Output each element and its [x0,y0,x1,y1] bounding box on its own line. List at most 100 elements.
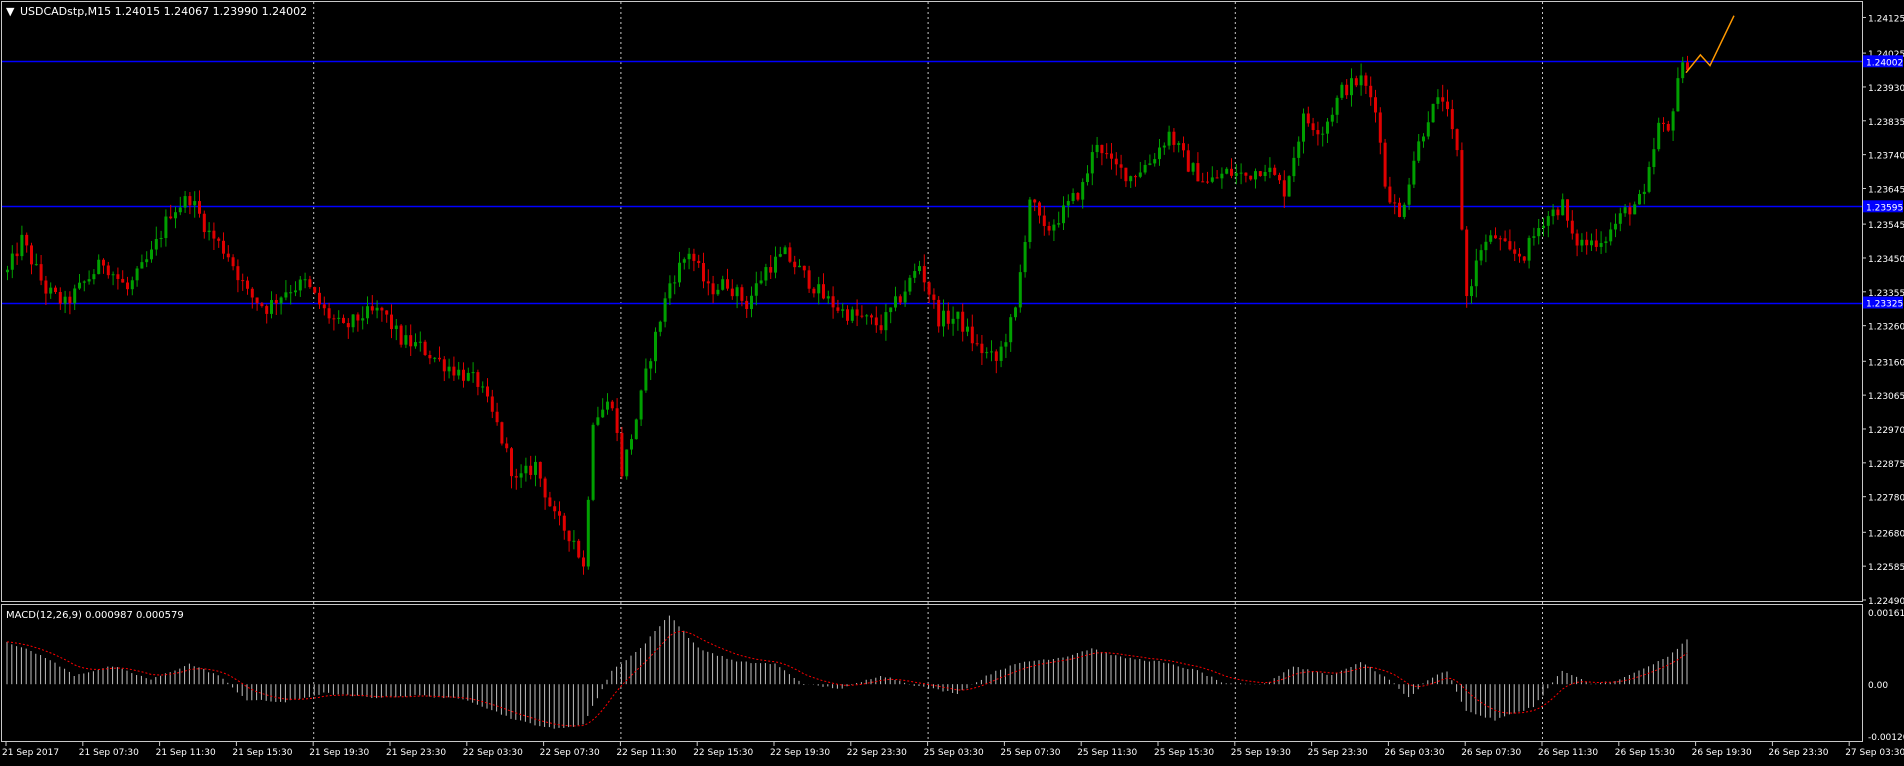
bear-candle [970,326,974,344]
chart-header: ▼ USDCADstp,M15 1.24015 1.24067 1.23990 … [6,5,307,18]
bear-candle [126,282,129,290]
bear-candle [241,280,245,282]
chart-canvas[interactable]: 1.241251.240251.239301.238351.237401.236… [0,0,1904,762]
bull-candle [303,279,307,281]
bull-candle [1018,272,1022,308]
bull-candle [1599,243,1603,247]
price-axis-label: 1.22970 [1868,426,1904,436]
bear-candle [807,270,811,289]
bull-candle [630,439,633,450]
bull-candle [1009,317,1013,343]
bull-candle [966,326,969,332]
bear-candle [610,401,614,409]
bear-candle [1446,101,1449,110]
bear-candle [1124,167,1128,182]
bull-candle [414,342,417,347]
price-axis-label: 1.23835 [1868,118,1904,128]
bear-candle [831,296,835,308]
bull-candle [130,280,134,290]
bear-candle [1244,172,1248,176]
bear-candle [54,287,57,293]
bear-candle [1460,150,1464,230]
bull-candle [956,311,960,319]
bull-candle [159,237,163,240]
macd-axis-label: 0.00161 [1868,609,1904,619]
bull-candle [884,312,888,331]
bear-candle [1498,238,1502,240]
bull-candle [1551,209,1555,217]
bear-candle [1273,167,1277,175]
bear-candle [246,280,249,289]
bull-candle [466,372,470,381]
bear-candle [500,422,504,444]
bull-candle [1158,147,1161,160]
bull-candle [164,216,168,238]
bear-candle [553,506,557,512]
bear-candle [802,265,806,271]
bear-candle [322,304,326,309]
bull-candle [1681,62,1685,79]
bull-candle [663,298,667,322]
bull-candle [841,309,845,311]
bull-candle [1652,149,1656,168]
bull-candle [289,292,293,294]
bull-candle [150,249,153,260]
bear-candle [1172,131,1176,145]
price-axis-label: 1.23065 [1868,392,1904,402]
bull-candle [1402,204,1406,217]
bear-candle [462,369,465,381]
time-axis-label: 21 Sep 2017 [2,748,59,758]
bear-candle [994,351,998,361]
time-axis-label: 21 Sep 23:30 [386,748,446,758]
bear-candle [1374,97,1377,113]
time-axis-label: 25 Sep 11:30 [1077,748,1137,758]
dropdown-arrow-icon[interactable]: ▼ [6,5,14,18]
time-axis-label: 22 Sep 19:30 [770,748,830,758]
price-axis-label: 1.23160 [1868,358,1904,368]
bull-candle [649,361,653,369]
bear-candle [1076,193,1080,200]
bull-candle [682,259,686,263]
bull-candle [534,461,537,475]
bear-candle [1105,153,1109,155]
bull-candle [10,253,14,270]
bull-candle [1417,141,1421,161]
bear-candle [1215,177,1219,179]
bear-candle [1378,112,1382,143]
bear-candle [1594,240,1598,247]
bear-candle [442,359,446,372]
price-axis-label: 1.23930 [1868,84,1904,94]
bear-candle [1388,186,1392,203]
bear-candle [1455,129,1459,151]
bear-candle [769,267,773,273]
bear-candle [15,253,19,257]
bull-candle [1633,204,1637,215]
bear-candle [1522,256,1526,261]
bear-candle [390,314,393,330]
bull-candle [270,300,273,314]
bear-candle [510,448,513,477]
bear-candle [543,478,547,498]
bull-candle [73,288,77,304]
bear-candle [332,318,336,320]
bull-candle [1191,163,1195,172]
bear-candle [932,294,936,300]
time-axis-label: 21 Sep 11:30 [156,748,216,758]
bear-candle [495,411,499,423]
bull-candle [1623,207,1627,214]
price-level-tag-label: 1.23595 [1866,203,1903,213]
time-axis-label: 22 Sep 07:30 [540,748,600,758]
bull-candle [750,295,753,309]
bear-candle [1316,130,1320,135]
bull-candle [658,321,662,332]
bull-candle [1479,250,1483,261]
bull-candle [908,277,912,292]
time-axis-label: 25 Sep 15:30 [1154,748,1214,758]
chart-window[interactable]: 1.24125 1.24025 1.23930 1.23835 1.23740 1.236… [0,0,1904,762]
bull-candle [284,292,288,298]
bear-candle [822,284,825,299]
bear-candle [1585,239,1589,246]
bull-candle [1426,122,1430,137]
bull-candle [294,290,297,293]
bull-candle [1004,342,1008,347]
